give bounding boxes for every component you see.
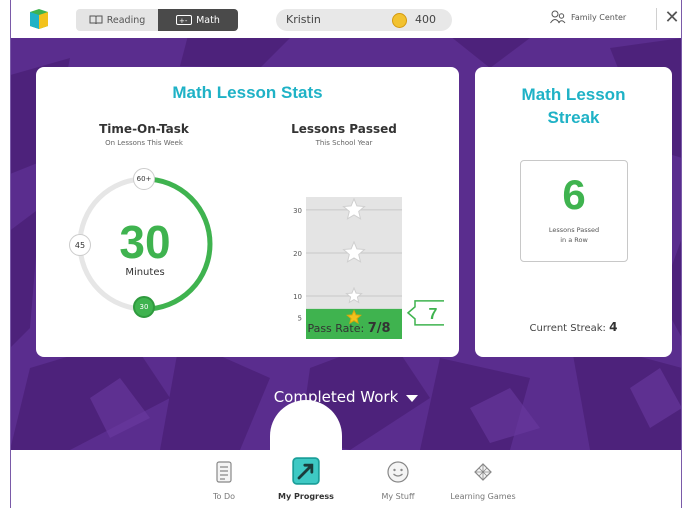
streak-box: 6 Lessons Passed in a Row (520, 160, 628, 262)
top-bar: Reading +- Math Kristin 400 Family Cente… (10, 0, 682, 38)
reading-tab-label: Reading (106, 14, 146, 26)
nav-label-my-stuff: My Stuff (381, 492, 415, 501)
todo-icon (216, 461, 232, 483)
smiley-icon (387, 461, 409, 483)
pass-rate: Pass Rate: 7/8 (274, 321, 424, 336)
math-icon: +- (176, 15, 193, 25)
app-logo-icon[interactable] (28, 8, 50, 30)
reading-tab[interactable]: Reading (76, 9, 158, 31)
current-streak: Current Streak: 4 (475, 320, 672, 334)
minutes-unit: Minutes (125, 267, 165, 278)
coin-icon (392, 13, 407, 28)
completed-work-toggle[interactable]: Completed Work (10, 388, 682, 406)
close-icon[interactable]: ✕ (662, 6, 682, 30)
time-on-task-title: Time-On-Task (99, 122, 189, 136)
family-icon (550, 10, 566, 24)
streak-label: Lessons Passed in a Row (521, 225, 627, 245)
book-icon (89, 15, 103, 25)
stats-card-title: Math Lesson Stats (172, 83, 323, 102)
time-on-task-ring: 30 Minutes 60+ 45 30 (69, 168, 217, 318)
profile-pill[interactable]: Kristin 400 (276, 9, 452, 31)
math-lesson-stats-card: Math Lesson Stats Time-On-Task On Lesson… (36, 67, 459, 357)
topbar-divider (656, 8, 657, 30)
subject-toggle: Reading +- Math (76, 9, 238, 31)
coin-count: 400 (415, 13, 436, 26)
nav-item-learning-games[interactable]: Learning Games (435, 450, 531, 508)
lessons-passed-title: Lessons Passed (291, 122, 397, 136)
streak-label-line1: Lessons Passed (548, 226, 600, 234)
ring-badge-45: 45 (69, 234, 91, 256)
caret-down-icon (406, 394, 419, 402)
nav-item-my-progress[interactable]: My Progress (258, 450, 354, 508)
progress-icon (292, 457, 320, 485)
time-on-task-subtitle: On Lessons This Week (105, 139, 183, 147)
streak-card-title: Math Lesson Streak (475, 83, 672, 129)
bottom-nav: To Do My Progress My Stuff Learning Game… (10, 450, 682, 508)
progress-panel: Math Lesson Stats Time-On-Task On Lesson… (10, 38, 682, 450)
family-center-button[interactable]: Family Center (550, 10, 626, 24)
family-center-label: Family Center (571, 12, 627, 22)
minutes-value: 30 (119, 216, 171, 268)
nav-label-my-progress: My Progress (278, 492, 334, 501)
games-icon (474, 463, 492, 481)
svg-text:+-: +- (179, 17, 188, 25)
streak-title-line1: Math Lesson (521, 85, 626, 104)
streak-value: 6 (562, 171, 586, 218)
pass-rate-value: 7/8 (367, 321, 391, 336)
current-streak-value: 4 (609, 320, 618, 334)
math-tab-label: Math (196, 14, 220, 26)
ring-badge-30: 30 (133, 296, 155, 318)
current-streak-label: Current Streak: (529, 323, 606, 334)
chart-tick-label: 10 (293, 293, 302, 301)
chart-tick-label: 30 (293, 207, 302, 215)
streak-label-line2: in a Row (560, 236, 588, 244)
nav-item-my-stuff[interactable]: My Stuff (350, 450, 446, 508)
nav-label-learning-games: Learning Games (450, 492, 516, 501)
math-lesson-streak-card: Math Lesson Streak 6 Lessons Passed in a… (475, 67, 672, 357)
math-tab[interactable]: +- Math (158, 9, 238, 31)
ring-badge-60: 60+ (133, 168, 155, 190)
lessons-passed-subtitle: This School Year (315, 139, 373, 147)
streak-title-line2: Streak (547, 108, 600, 127)
profile-name: Kristin (286, 13, 321, 26)
value-callout-label: 7 (429, 306, 438, 323)
chart-tick-label: 20 (293, 250, 302, 258)
pass-rate-label: Pass Rate: (307, 322, 365, 335)
